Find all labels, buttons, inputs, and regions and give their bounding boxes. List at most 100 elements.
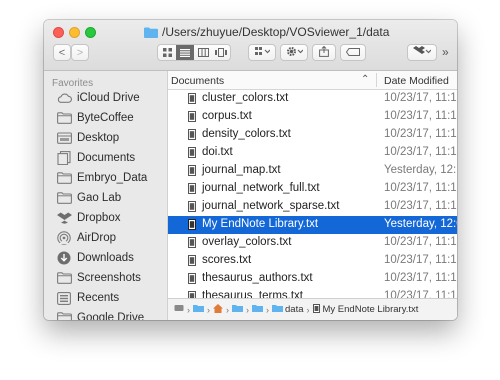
list-view-icon[interactable] [176, 45, 194, 60]
sidebar-item-label: iCloud Drive [77, 92, 140, 104]
folder-icon[interactable] [272, 304, 283, 315]
sidebar-item-downloads[interactable]: Downloads [44, 248, 167, 268]
downloads-icon [56, 251, 72, 265]
file-name: scores.txt [202, 254, 252, 266]
file-row[interactable]: scores.txt 10/23/17, 11:1 [168, 252, 457, 270]
file-row[interactable]: density_colors.txt 10/23/17, 11:1 [168, 126, 457, 144]
column-header-name[interactable]: Documents [171, 75, 224, 87]
column-divider[interactable] [376, 73, 377, 87]
sidebar: Favorites iCloud Drive ByteCoffee Deskto… [44, 71, 168, 320]
file-list: Documents ⌃ Date Modified cluster_colors… [168, 71, 457, 320]
desktop-icon [56, 131, 72, 145]
file-name: corpus.txt [202, 110, 252, 122]
folder-icon[interactable] [232, 304, 243, 315]
column-header-date[interactable]: Date Modified [384, 75, 449, 87]
group-button[interactable] [248, 44, 276, 61]
sidebar-item-label: Screenshots [77, 272, 141, 284]
share-button[interactable] [312, 44, 336, 61]
sidebar-item-airdrop[interactable]: AirDrop [44, 228, 167, 248]
icon-view-icon[interactable] [158, 45, 176, 60]
file-date: 10/23/17, 11:1 [384, 128, 457, 140]
sidebar-item-screenshots[interactable]: Screenshots [44, 268, 167, 288]
path-file-name[interactable]: My EndNote Library.txt [323, 304, 419, 315]
gallery-view-icon[interactable] [212, 45, 230, 60]
path-data-folder[interactable]: data [285, 304, 304, 315]
close-button[interactable] [53, 27, 64, 38]
view-mode-control[interactable] [157, 44, 231, 61]
sidebar-item-icloud-drive[interactable]: iCloud Drive [44, 88, 167, 108]
tags-button[interactable] [340, 44, 366, 61]
file-name: overlay_colors.txt [202, 236, 292, 248]
folder-icon [56, 271, 72, 285]
sidebar-item-recents[interactable]: Recents [44, 288, 167, 308]
cloud-icon [56, 91, 72, 105]
tag-icon [345, 47, 360, 59]
window-title-text: /Users/zhuyue/Desktop/VOSviewer_1/data [162, 25, 390, 39]
file-row[interactable]: doi.txt 10/23/17, 11:1 [168, 144, 457, 162]
share-icon [319, 45, 329, 60]
zoom-button[interactable] [85, 27, 96, 38]
toolbar-overflow-button[interactable]: » [442, 45, 449, 59]
text-file-icon [188, 165, 196, 179]
file-row[interactable]: journal_network_full.txt 10/23/17, 11:1 [168, 180, 457, 198]
documents-icon [56, 151, 72, 165]
sidebar-item-label: Documents [77, 152, 136, 164]
minimize-button[interactable] [69, 27, 80, 38]
file-row[interactable]: cluster_colors.txt 10/23/17, 11:1 [168, 90, 457, 108]
file-date: 10/23/17, 11:1 [384, 200, 457, 212]
path-bar: › › › › › data › My EndNote Library.txt [168, 298, 457, 320]
sidebar-item-label: Recents [77, 292, 120, 304]
sidebar-item-dropbox[interactable]: Dropbox [44, 208, 167, 228]
file-row[interactable]: journal_network_sparse.txt 10/23/17, 11:… [168, 198, 457, 216]
sidebar-item-label: Dropbox [77, 212, 121, 224]
path-separator: › [207, 304, 210, 315]
file-date: 10/23/17, 11:1 [384, 254, 457, 266]
text-file-icon [188, 93, 196, 107]
folder-icon [56, 171, 72, 185]
text-file-icon[interactable] [312, 303, 320, 316]
folder-icon[interactable] [193, 304, 204, 315]
sidebar-item-documents[interactable]: Documents [44, 148, 167, 168]
hard-drive-icon[interactable] [174, 304, 184, 315]
file-row-selected[interactable]: My EndNote Library.txt Yesterday, 12:0 [168, 216, 457, 234]
finder-window: /Users/zhuyue/Desktop/VOSviewer_1/data <… [44, 20, 457, 320]
column-header: Documents ⌃ Date Modified [168, 71, 457, 90]
column-view-icon[interactable] [194, 45, 212, 60]
sidebar-item-bytecoffee[interactable]: ByteCoffee [44, 108, 167, 128]
group-grid-icon [254, 46, 270, 59]
sidebar-item-embryo-data[interactable]: Embryo_Data [44, 168, 167, 188]
sidebar-item-desktop[interactable]: Desktop [44, 128, 167, 148]
action-button[interactable] [280, 44, 308, 61]
file-name: density_colors.txt [202, 128, 291, 140]
back-button[interactable]: < [53, 44, 71, 61]
file-date: 10/23/17, 11:1 [384, 272, 457, 284]
gear-icon [286, 46, 303, 60]
forward-button[interactable]: > [71, 44, 89, 61]
dropbox-icon [56, 211, 72, 225]
file-date: 10/23/17, 11:1 [384, 236, 457, 248]
sidebar-item-google-drive[interactable]: Google Drive [44, 308, 167, 320]
file-name: cluster_colors.txt [202, 92, 289, 104]
folder-icon[interactable] [252, 304, 263, 315]
home-icon[interactable] [213, 303, 223, 316]
folder-icon [56, 311, 72, 320]
airdrop-icon [56, 231, 72, 245]
file-name: journal_network_sparse.txt [202, 200, 340, 212]
dropbox-toolbar-button[interactable] [407, 44, 437, 61]
folder-icon [56, 111, 72, 125]
text-file-icon [188, 129, 196, 143]
file-name: doi.txt [202, 146, 233, 158]
file-name: My EndNote Library.txt [202, 218, 319, 230]
path-separator: › [226, 304, 229, 315]
text-file-icon [188, 111, 196, 125]
file-row[interactable]: thesaurus_authors.txt 10/23/17, 11:1 [168, 270, 457, 288]
sidebar-item-gao-lab[interactable]: Gao Lab [44, 188, 167, 208]
chevron-left-icon: < [58, 46, 66, 59]
file-date: Yesterday, 12:1 [384, 164, 457, 176]
text-file-icon [188, 273, 196, 287]
file-row[interactable]: overlay_colors.txt 10/23/17, 11:1 [168, 234, 457, 252]
file-row[interactable]: journal_map.txt Yesterday, 12:1 [168, 162, 457, 180]
sidebar-item-label: AirDrop [77, 232, 116, 244]
file-row[interactable]: corpus.txt 10/23/17, 11:1 [168, 108, 457, 126]
text-file-icon [188, 237, 196, 251]
